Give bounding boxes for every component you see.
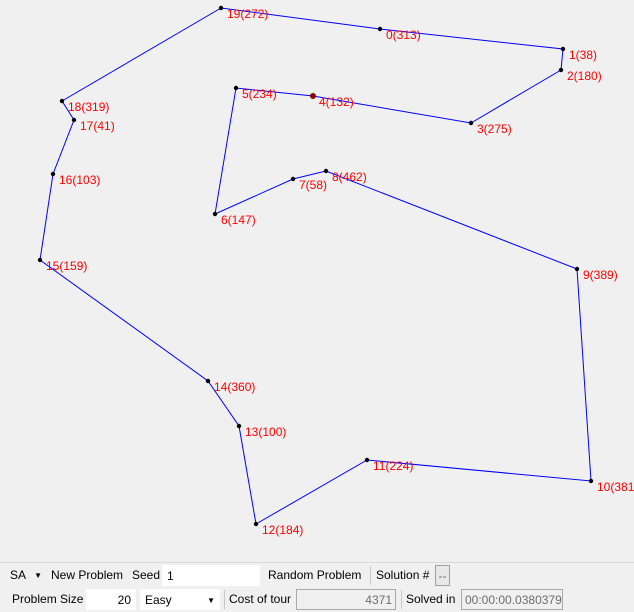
seed-label: Seed: [132, 568, 161, 582]
city-node-14: 14(360): [205, 378, 255, 394]
city-label: 12(184): [262, 523, 303, 537]
city-label: 17(41): [80, 119, 115, 133]
separator: [401, 590, 402, 609]
cost-label: Cost of tour: [229, 592, 292, 606]
city-node-17: 17(41): [71, 117, 115, 133]
cost-value-field: 4371: [296, 589, 396, 610]
solution-label: Solution #: [376, 568, 430, 582]
city-dot: [588, 478, 594, 484]
city-node-7: 7(58): [290, 176, 327, 192]
city-dot: [574, 266, 580, 272]
algorithm-dropdown[interactable]: SA ▼: [10, 565, 46, 586]
city-node-4: 4(132): [310, 93, 354, 109]
city-dot: [377, 26, 383, 32]
city-label: 7(58): [299, 178, 327, 192]
city-label: 19(272): [227, 7, 268, 21]
problem-size-label: Problem Size: [12, 592, 84, 606]
city-dot: [290, 176, 296, 182]
city-dot: [50, 171, 56, 177]
city-label: 15(159): [46, 259, 87, 273]
city-node-3: 3(275): [468, 120, 512, 136]
city-label: 10(381: [597, 480, 634, 494]
city-dot: [212, 211, 218, 217]
city-dot: [71, 117, 77, 123]
city-node-9: 9(389): [574, 266, 618, 282]
city-node-8: 8(462): [323, 168, 367, 184]
city-node-15: 15(159): [37, 257, 87, 273]
city-dot: [560, 46, 566, 52]
city-label: 6(147): [221, 213, 256, 227]
solved-time-field: 00:00:00.0380379: [461, 589, 563, 610]
dropdown-arrow-icon: ▼: [34, 571, 42, 580]
city-dot: [233, 85, 239, 91]
dropdown-arrow-icon: ▼: [207, 596, 215, 605]
city-dot: [59, 98, 65, 104]
problem-size-input[interactable]: 20: [86, 589, 136, 610]
city-label: 11(224): [373, 459, 413, 473]
separator: [370, 566, 371, 585]
city-dot: [323, 168, 329, 174]
city-node-16: 16(103): [50, 171, 100, 187]
city-node-1: 1(38): [560, 46, 597, 62]
city-node-2: 2(180): [558, 67, 602, 83]
city-dot: [37, 257, 43, 263]
city-label: 13(100): [245, 425, 286, 439]
city-label: 8(462): [332, 170, 367, 184]
tour-path: [39, 7, 592, 525]
city-node-18: 18(319): [59, 98, 109, 114]
city-node-19: 19(272): [218, 5, 268, 21]
city-dot: [205, 378, 211, 384]
solution-button[interactable]: --: [435, 565, 450, 586]
city-label: 3(275): [477, 122, 512, 136]
city-label: 16(103): [59, 173, 100, 187]
city-label: 14(360): [214, 380, 255, 394]
new-problem-button[interactable]: New Problem: [47, 565, 127, 586]
bottom-toolbar: Problem Size 20 Easy ▼ Cost of tour 4371…: [0, 587, 634, 612]
city-node-11: 11(224): [364, 457, 413, 473]
city-label: 2(180): [567, 69, 602, 83]
difficulty-dropdown[interactable]: Easy ▼: [140, 589, 220, 610]
city-dot: [310, 93, 316, 99]
city-label: 4(132): [319, 95, 354, 109]
city-dot: [253, 521, 259, 527]
city-node-6: 6(147): [212, 211, 256, 227]
city-label: 1(38): [569, 48, 597, 62]
city-label: 9(389): [583, 268, 618, 282]
city-dot: [218, 5, 224, 11]
city-label: 18(319): [68, 100, 109, 114]
city-label: 0(313): [386, 28, 421, 42]
node-layer: 0(313) 1(38) 2(180) 3(275) 4(132) 5(234) 6(147…: [37, 5, 634, 537]
separator: [224, 590, 225, 609]
solved-label: Solved in: [406, 592, 456, 606]
city-dot: [364, 457, 370, 463]
city-dot: [236, 423, 242, 429]
city-dot: [558, 67, 564, 73]
algorithm-value: SA: [10, 568, 27, 582]
difficulty-value: Easy: [145, 593, 172, 607]
random-problem-button[interactable]: Random Problem: [264, 565, 365, 586]
city-node-12: 12(184): [253, 521, 303, 537]
city-dot: [468, 120, 474, 126]
city-label: 5(234): [242, 87, 277, 101]
city-node-10: 10(381: [588, 478, 634, 494]
city-node-13: 13(100): [236, 423, 286, 439]
seed-input[interactable]: 1: [162, 565, 260, 586]
tour-canvas: 0(313) 1(38) 2(180) 3(275) 4(132) 5(234) 6(147…: [37, 5, 634, 537]
top-toolbar: SA ▼ New Problem Seed 1 Random Problem S…: [0, 562, 634, 587]
